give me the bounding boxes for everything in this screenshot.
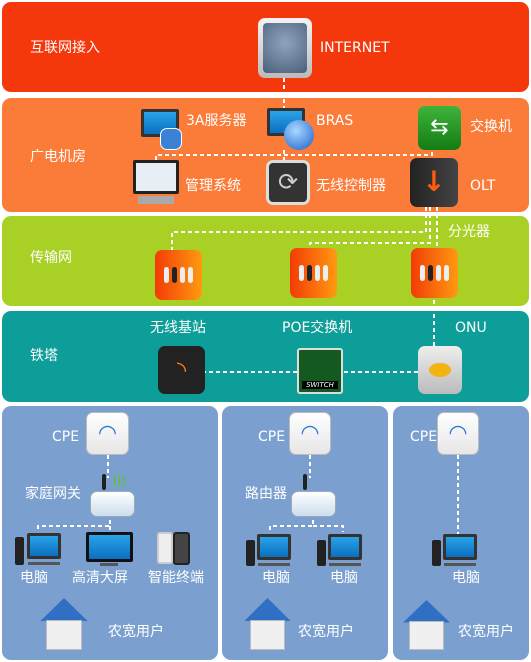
user-label-2: 农宽用户 <box>298 624 354 640</box>
onu-icon <box>418 346 462 394</box>
poe-switch-badge: SWITCH <box>302 381 338 389</box>
switch-label: 交换机 <box>470 119 512 135</box>
cpe-wifi-icon-3: ◠ <box>437 412 479 455</box>
house-icon-1 <box>40 598 88 650</box>
line-room-bus <box>155 150 433 160</box>
house-icon-2 <box>244 598 291 650</box>
device-label-1b: 高清大屏 <box>72 570 128 586</box>
wireless-controller-icon: ⟳ <box>266 160 310 205</box>
line-olt-splitter2 <box>309 207 431 250</box>
base-station-label: 无线基站 <box>150 320 206 336</box>
layer-label-transport: 传输网 <box>30 250 72 266</box>
router-label: 路由器 <box>245 486 287 502</box>
internet-globe-icon <box>258 18 312 78</box>
splitter-label: 分光器 <box>448 224 490 240</box>
layer-label-internet: 互联网接入 <box>30 40 100 56</box>
cpe-wifi-icon-2: ◠ <box>289 412 331 455</box>
aaa-server-label: 3A服务器 <box>186 113 247 129</box>
user-label-1: 农宽用户 <box>108 624 164 640</box>
poe-switch-label: POE交换机 <box>282 320 353 336</box>
cpe-label-3: CPE <box>410 429 438 445</box>
olt-label: OLT <box>470 178 496 194</box>
device-label-2b: 电脑 <box>330 570 358 586</box>
line-router-pcs <box>269 520 344 532</box>
device-label-1a: 电脑 <box>20 570 48 586</box>
cpe-label-2: CPE <box>258 429 286 445</box>
poe-switch-icon: SWITCH <box>297 348 343 394</box>
device-label-2a: 电脑 <box>262 570 290 586</box>
splitter-icon-2 <box>290 248 337 298</box>
device-label-3a: 电脑 <box>452 570 480 586</box>
layer-label-tower: 铁塔 <box>30 348 58 364</box>
cpe-wifi-icon-1: ◠ <box>86 412 129 455</box>
bras-label: BRAS <box>316 113 354 129</box>
splitter-icon-1 <box>155 250 202 300</box>
line-gw-devices <box>37 520 111 532</box>
user-label-3: 农宽用户 <box>458 624 514 640</box>
cpe-label-1: CPE <box>52 429 80 445</box>
base-station-icon: ◝ <box>158 346 205 394</box>
house-icon-3 <box>403 600 450 650</box>
onu-label: ONU <box>455 320 487 336</box>
management-system-label: 管理系统 <box>185 178 241 194</box>
switch-icon: ⇆ <box>418 106 461 150</box>
olt-icon: ↓ <box>410 158 458 207</box>
gateway-label: 家庭网关 <box>25 486 81 502</box>
layer-label-room: 广电机房 <box>30 149 86 165</box>
wireless-controller-label: 无线控制器 <box>316 178 386 194</box>
internet-label: INTERNET <box>320 40 390 56</box>
device-label-1c: 智能终端 <box>148 570 204 586</box>
splitter-icon-3 <box>411 248 458 298</box>
